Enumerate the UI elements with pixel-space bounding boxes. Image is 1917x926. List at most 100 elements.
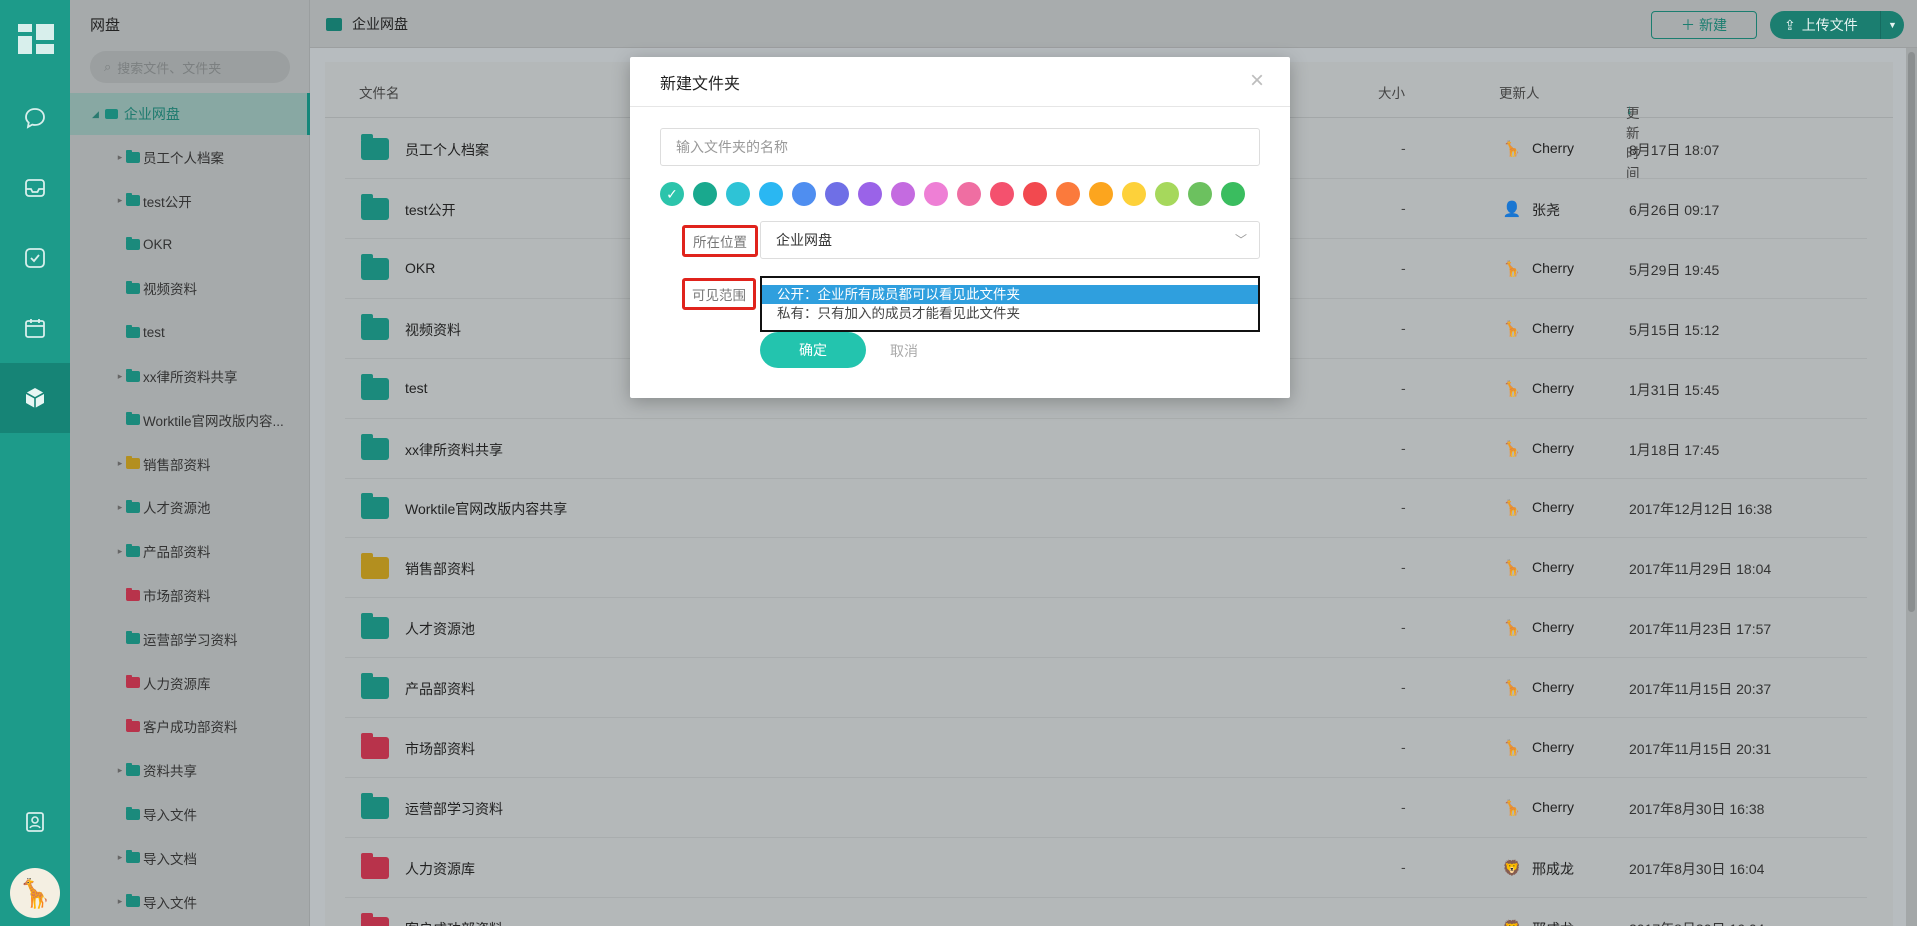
- file-name[interactable]: 运营部学习资料: [405, 799, 503, 819]
- table-row[interactable]: 运营部学习资料 - 🦒 Cherry 2017年8月30日 16:38: [345, 778, 1867, 838]
- caret-right-icon[interactable]: ▸: [114, 371, 126, 382]
- sidebar-search-input[interactable]: ⌕ 搜索文件、文件夹: [90, 51, 290, 83]
- header-name[interactable]: 文件名: [359, 82, 400, 102]
- color-swatch[interactable]: [924, 182, 948, 206]
- table-row[interactable]: 人力资源库 - 🦁 邢成龙 2017年8月30日 16:04: [345, 838, 1867, 898]
- color-swatch[interactable]: [1023, 182, 1047, 206]
- upload-dropdown-icon[interactable]: ▼: [1880, 11, 1904, 39]
- file-name[interactable]: test公开: [405, 200, 456, 220]
- file-name[interactable]: 人才资源池: [405, 619, 475, 639]
- sidebar-tree-item[interactable]: 运营部学习资料: [70, 624, 310, 654]
- scrollbar-thumb[interactable]: [1908, 52, 1915, 612]
- header-size[interactable]: 大小: [1378, 82, 1405, 102]
- updater-name: Cherry: [1532, 499, 1575, 516]
- color-swatch[interactable]: [1221, 182, 1245, 206]
- sidebar-tree-item[interactable]: 市场部资料: [70, 580, 310, 610]
- upload-button[interactable]: ⇪ 上传文件 ▼: [1770, 11, 1904, 39]
- caret-right-icon[interactable]: ▸: [114, 152, 126, 163]
- file-name[interactable]: 视频资料: [405, 320, 461, 340]
- breadcrumb-current[interactable]: 企业网盘: [352, 14, 408, 34]
- file-name[interactable]: test: [405, 380, 428, 396]
- task-check-icon[interactable]: [21, 244, 49, 272]
- file-name[interactable]: 产品部资料: [405, 679, 475, 699]
- sidebar-tree-item[interactable]: 客户成功部资料: [70, 711, 310, 741]
- dashboard-logo-icon[interactable]: [18, 24, 54, 54]
- tree-root-enterprise-drive[interactable]: ◢ 企业网盘: [70, 93, 310, 135]
- color-swatch[interactable]: [1155, 182, 1179, 206]
- sidebar-tree-item-label: OKR: [143, 237, 173, 253]
- folder-name-input[interactable]: [660, 128, 1260, 166]
- sidebar-tree-item[interactable]: 人力资源库: [70, 668, 310, 698]
- contacts-icon[interactable]: [21, 808, 49, 836]
- color-swatch[interactable]: [1122, 182, 1146, 206]
- confirm-button[interactable]: 确定: [760, 332, 866, 368]
- table-row[interactable]: xx律所资料共享 - 🦒 Cherry 1月18日 17:45: [345, 419, 1867, 479]
- caret-right-icon[interactable]: ▸: [114, 896, 126, 907]
- visibility-listbox[interactable]: 公开：企业所有成员都可以看见此文件夹 私有：只有加入的成员才能看见此文件夹: [760, 276, 1260, 332]
- chat-icon[interactable]: [21, 104, 49, 132]
- calendar-icon[interactable]: [21, 314, 49, 342]
- caret-right-icon[interactable]: ▸: [114, 502, 126, 513]
- caret-right-icon[interactable]: ▸: [114, 195, 126, 206]
- color-swatch[interactable]: [759, 182, 783, 206]
- sidebar-tree-item[interactable]: ▸ 员工个人档案: [70, 142, 310, 172]
- location-select[interactable]: 企业网盘 ﹀: [760, 221, 1260, 259]
- visibility-option-private[interactable]: 私有：只有加入的成员才能看见此文件夹: [762, 304, 1258, 323]
- sidebar-tree-item[interactable]: ▸ 导入文件: [70, 887, 310, 917]
- sidebar-tree-item[interactable]: 导入文件: [70, 799, 310, 829]
- scrollbar[interactable]: [1906, 48, 1917, 926]
- cancel-button[interactable]: 取消: [890, 341, 918, 361]
- color-swatch[interactable]: [891, 182, 915, 206]
- update-time: 1月18日 17:45: [1629, 441, 1720, 458]
- sidebar-tree-item[interactable]: ▸ xx律所资料共享: [70, 361, 310, 391]
- color-swatch[interactable]: [990, 182, 1014, 206]
- file-name[interactable]: 人力资源库: [405, 859, 475, 879]
- table-row[interactable]: 产品部资料 - 🦒 Cherry 2017年11月15日 20:37: [345, 658, 1867, 719]
- file-name[interactable]: OKR: [405, 260, 435, 276]
- color-swatch[interactable]: [726, 182, 750, 206]
- table-row[interactable]: 客户成功部资料 🦁 邢成龙 2017年8月30日 16:04: [345, 898, 1867, 926]
- drive-cube-icon[interactable]: [0, 363, 70, 433]
- table-row[interactable]: 市场部资料 - 🦒 Cherry 2017年11月15日 20:31: [345, 718, 1867, 778]
- inbox-icon[interactable]: [21, 174, 49, 202]
- caret-down-icon[interactable]: ◢: [92, 109, 99, 120]
- sidebar-tree-item[interactable]: ▸ 资料共享: [70, 755, 310, 785]
- color-swatch[interactable]: [792, 182, 816, 206]
- caret-right-icon[interactable]: ▸: [114, 546, 126, 557]
- color-swatch[interactable]: [825, 182, 849, 206]
- caret-right-icon[interactable]: ▸: [114, 852, 126, 863]
- table-row[interactable]: Worktile官网改版内容共享 - 🦒 Cherry 2017年12月12日 16:3…: [345, 478, 1867, 539]
- color-swatch[interactable]: ✓: [660, 182, 684, 206]
- sidebar-tree-item[interactable]: 视频资料: [70, 273, 310, 303]
- file-name[interactable]: 销售部资料: [405, 559, 475, 579]
- color-swatch[interactable]: [693, 182, 717, 206]
- table-row[interactable]: 销售部资料 - 🦒 Cherry 2017年11月29日 18:04: [345, 538, 1867, 599]
- color-swatch[interactable]: [1056, 182, 1080, 206]
- color-swatch[interactable]: [1089, 182, 1113, 206]
- file-name[interactable]: Worktile官网改版内容共享: [405, 499, 567, 519]
- color-swatch[interactable]: [1188, 182, 1212, 206]
- sidebar-tree-item[interactable]: ▸ 销售部资料: [70, 449, 310, 479]
- sidebar-tree-item[interactable]: ▸ 导入文档: [70, 843, 310, 873]
- new-button[interactable]: ＋ 新建: [1651, 11, 1757, 39]
- file-name[interactable]: 客户成功部资料: [405, 919, 503, 926]
- user-avatar[interactable]: 🦒: [10, 868, 60, 918]
- header-updater[interactable]: 更新人: [1499, 82, 1540, 102]
- file-name[interactable]: xx律所资料共享: [405, 440, 503, 460]
- close-icon[interactable]: ×: [1250, 69, 1264, 93]
- visibility-option-public[interactable]: 公开：企业所有成员都可以看见此文件夹: [762, 285, 1258, 304]
- sidebar-tree-item[interactable]: ▸ test公开: [70, 186, 310, 216]
- table-row[interactable]: 人才资源池 - 🦒 Cherry 2017年11月23日 17:57: [345, 598, 1867, 659]
- file-name[interactable]: 员工个人档案: [405, 140, 489, 160]
- updater-name: Cherry: [1532, 319, 1575, 336]
- sidebar-tree-item[interactable]: OKR: [70, 230, 310, 260]
- sidebar-tree-item[interactable]: ▸ 人才资源池: [70, 492, 310, 522]
- caret-right-icon[interactable]: ▸: [114, 458, 126, 469]
- color-swatch[interactable]: [957, 182, 981, 206]
- sidebar-tree-item[interactable]: test: [70, 317, 310, 347]
- color-swatch[interactable]: [858, 182, 882, 206]
- sidebar-tree-item[interactable]: ▸ 产品部资料: [70, 536, 310, 566]
- sidebar-tree-item[interactable]: Worktile官网改版内容...: [70, 405, 310, 435]
- file-name[interactable]: 市场部资料: [405, 739, 475, 759]
- caret-right-icon[interactable]: ▸: [114, 765, 126, 776]
